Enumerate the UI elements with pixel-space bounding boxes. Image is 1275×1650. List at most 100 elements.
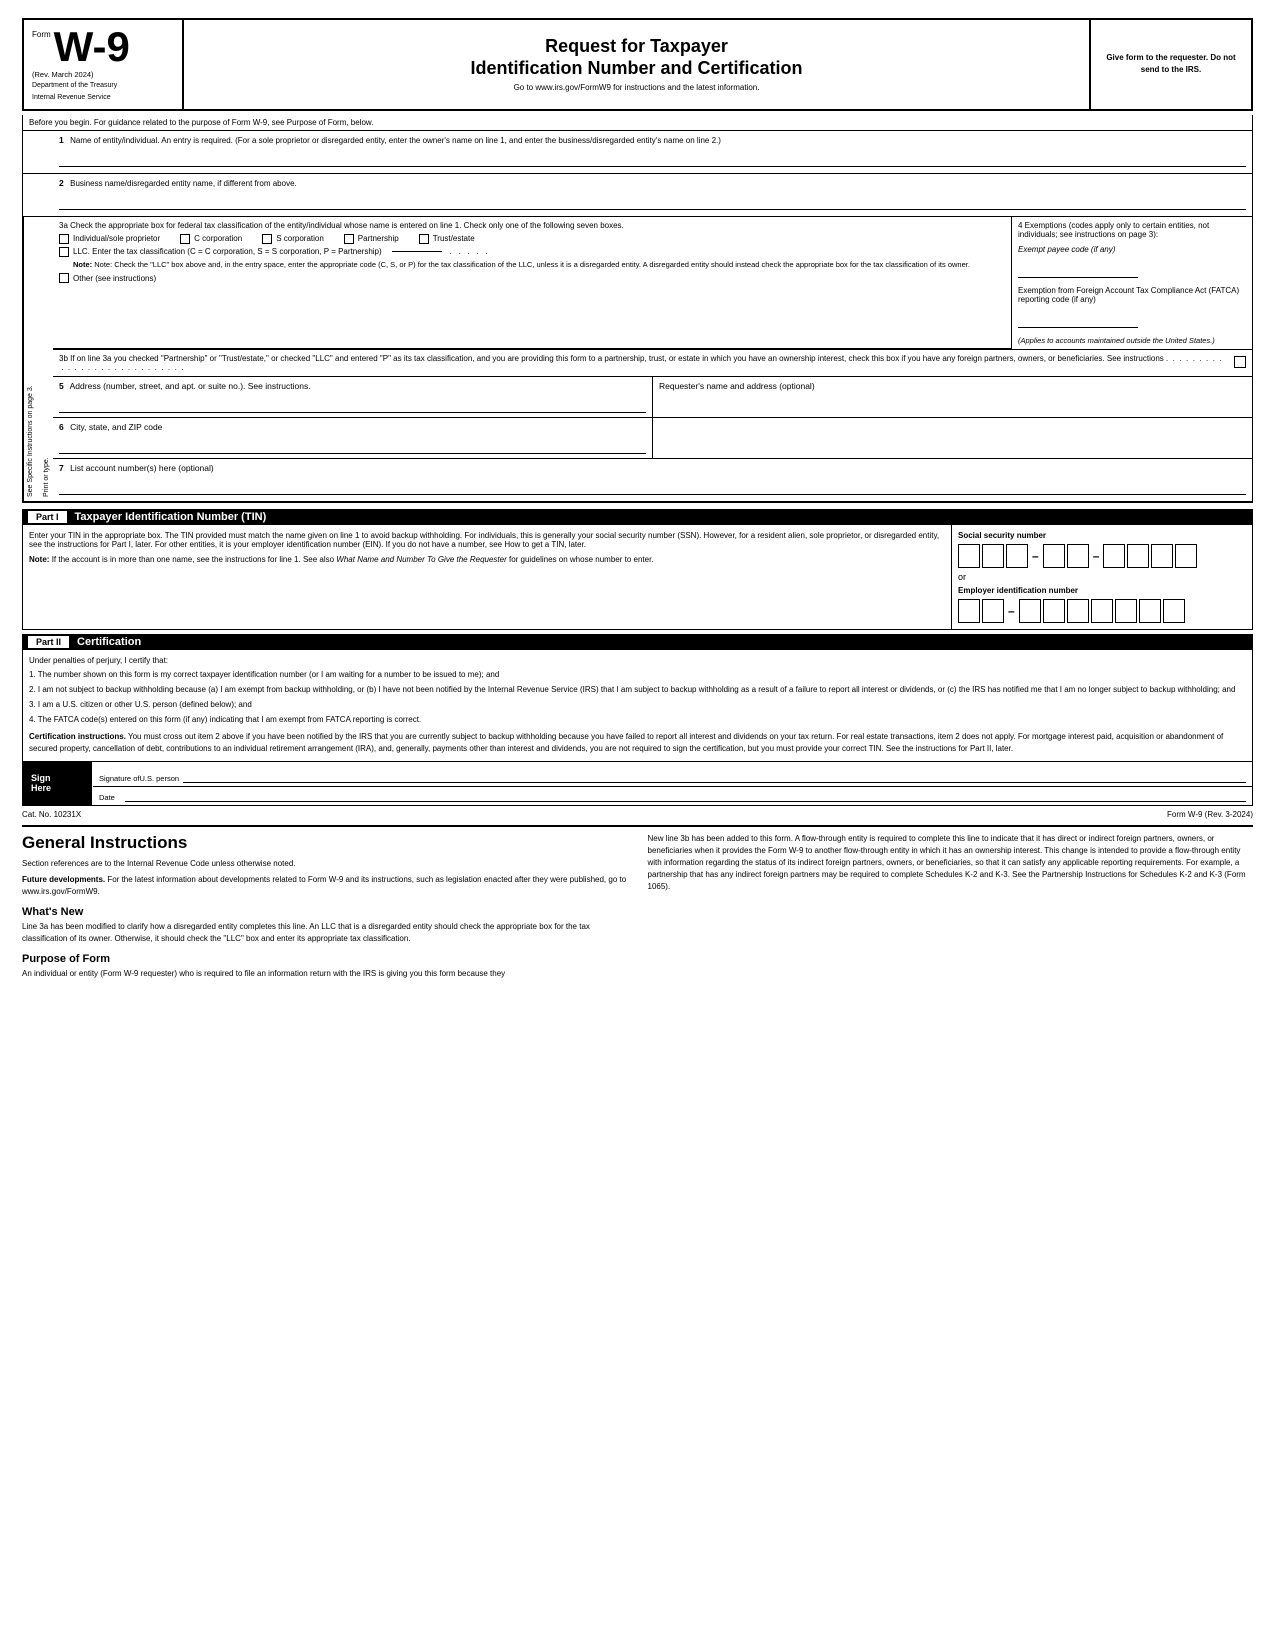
checkbox-c-corp[interactable] (180, 234, 190, 244)
note-bold: Note: (73, 260, 92, 269)
new-line-3b-text: New line 3b has been added to this form.… (648, 833, 1254, 893)
checkbox-s-corp[interactable] (262, 234, 272, 244)
ssn-cell-1[interactable] (958, 544, 980, 568)
form-goto: Go to www.irs.gov/FormW9 for instruction… (194, 83, 1079, 92)
field-2-row: 2 Business name/disregarded entity name,… (23, 174, 1252, 217)
field-7-num: 7 (59, 463, 64, 473)
side-label-section: See Specific Instructions on page 3. Pri… (23, 217, 1252, 502)
field-7-left: 7 List account number(s) here (optional) (53, 459, 1252, 501)
ein-cell-6[interactable] (1091, 599, 1113, 623)
form-title-main: Request for Taxpayer (194, 36, 1079, 58)
part1-content: Enter your TIN in the appropriate box. T… (22, 525, 1253, 630)
sign-date-row: Date (93, 787, 1252, 805)
row-3a-left: 3a Check the appropriate box for federal… (53, 217, 1012, 349)
section-refs-text: Section references are to the Internal R… (22, 858, 628, 870)
field-2-label: Business name/disregarded entity name, i… (70, 179, 297, 188)
ssn-cell-5[interactable] (1067, 544, 1089, 568)
ein-cell-8[interactable] (1139, 599, 1161, 623)
rev-date: (Rev. March 2024) (32, 70, 174, 79)
ssn-cell-8[interactable] (1151, 544, 1173, 568)
sign-here-label: Sign Here (23, 762, 93, 805)
form-title-sub: Identification Number and Certification (194, 58, 1079, 80)
side-content: 3a Check the appropriate box for federal… (53, 217, 1252, 501)
header-right: Give form to the requester. Do not send … (1091, 20, 1251, 109)
fatca-heading: Exemption from Foreign Account Tax Compl… (1018, 286, 1246, 304)
ein-cell-2[interactable] (982, 599, 1004, 623)
part2-content: Under penalties of perjury, I certify th… (22, 650, 1253, 762)
cert-item-3: 3. I am a U.S. citizen or other U.S. per… (29, 699, 1246, 711)
whats-new-text: Line 3a has been modified to clarify how… (22, 921, 628, 945)
main-form: 1 Name of entity/individual. An entry is… (22, 131, 1253, 503)
exempt-payee-input[interactable] (1018, 258, 1138, 278)
before-begin-banner: Before you begin. For guidance related t… (22, 115, 1253, 131)
part1-note: Note: If the account is in more than one… (29, 555, 945, 564)
field-5-right: Requester's name and address (optional) (653, 377, 1252, 417)
checkbox-row-1: Individual/sole proprietor C corporation… (59, 234, 1005, 244)
field-5-label: Address (number, street, and apt. or sui… (70, 381, 311, 391)
under-penalties: Under penalties of perjury, I certify th… (29, 656, 1246, 665)
part1-note-text: If the account is in more than one name,… (52, 555, 654, 564)
ssn-cell-7[interactable] (1127, 544, 1149, 568)
col-right: New line 3b has been added to this form.… (648, 833, 1254, 984)
ssn-cell-9[interactable] (1175, 544, 1197, 568)
label-s-corp: S corporation (276, 234, 324, 243)
ein-cell-3[interactable] (1019, 599, 1041, 623)
checkbox-individual[interactable] (59, 234, 69, 244)
ssn-label: Social security number (958, 531, 1246, 540)
part1-section: Part I Taxpayer Identification Number (T… (22, 509, 1253, 630)
date-line[interactable] (125, 801, 1246, 802)
future-dev-para: Future developments. For the latest info… (22, 874, 628, 898)
note-text: Note: Check the "LLC" box above and, in … (94, 260, 970, 269)
field-6-left: 6 City, state, and ZIP code (53, 418, 653, 458)
ssn-dash-1: – (1030, 549, 1041, 563)
form-word: Form (32, 30, 51, 39)
field-5-input[interactable] (59, 393, 646, 413)
checkbox-row-llc: LLC. Enter the tax classification (C = C… (59, 247, 1005, 257)
ssn-cell-4[interactable] (1043, 544, 1065, 568)
checkbox-trust[interactable] (419, 234, 429, 244)
ein-cell-4[interactable] (1043, 599, 1065, 623)
cat-no: Cat. No. 10231X (22, 810, 81, 819)
checkbox-3b[interactable] (1234, 356, 1246, 368)
ein-cell-9[interactable] (1163, 599, 1185, 623)
fatca-input[interactable] (1018, 308, 1138, 328)
label-partnership: Partnership (358, 234, 399, 243)
ein-cell-1[interactable] (958, 599, 980, 623)
ssn-cell-2[interactable] (982, 544, 1004, 568)
part1-right: Social security number – – or Employer i… (952, 525, 1252, 629)
ssn-dash-2: – (1091, 549, 1102, 563)
label-individual: Individual/sole proprietor (73, 234, 160, 243)
ein-cell-5[interactable] (1067, 599, 1089, 623)
ssn-cell-3[interactable] (1006, 544, 1028, 568)
signature-line[interactable] (183, 765, 1246, 783)
sign-top: Signature of U.S. person (93, 762, 1252, 787)
field-1-num: 1 (59, 135, 64, 145)
field-2-left: 2 Business name/disregarded entity name,… (23, 174, 1252, 216)
sig-of-label: Signature of (99, 774, 139, 783)
field-6-input[interactable] (59, 434, 646, 454)
field-7-row: 7 List account number(s) here (optional) (53, 459, 1252, 501)
part1-header: Part I Taxpayer Identification Number (T… (22, 509, 1253, 525)
field-1-input[interactable] (59, 147, 1246, 167)
checkbox-partnership[interactable] (344, 234, 354, 244)
part1-text: Enter your TIN in the appropriate box. T… (29, 531, 945, 549)
general-instructions: General Instructions Section references … (22, 825, 1253, 984)
ein-grid: – (958, 599, 1246, 623)
ssn-cell-6[interactable] (1103, 544, 1125, 568)
row-3b: 3b If on line 3a you checked "Partnershi… (53, 350, 1252, 377)
checkbox-other[interactable] (59, 273, 69, 283)
field-2-input[interactable] (59, 190, 1246, 210)
field-3b-text: 3b If on line 3a you checked "Partnershi… (59, 354, 1164, 363)
checkbox-llc[interactable] (59, 247, 69, 257)
col-left: General Instructions Section references … (22, 833, 628, 984)
header-left: Form W-9 (Rev. March 2024) Department of… (24, 20, 184, 109)
purpose-text: An individual or entity (Form W-9 reques… (22, 968, 628, 980)
ein-cell-7[interactable] (1115, 599, 1137, 623)
cert-item-4: 4. The FATCA code(s) entered on this for… (29, 714, 1246, 726)
sign-section: Sign Here Signature of U.S. person Date (22, 762, 1253, 806)
field-7-input[interactable] (59, 475, 1246, 495)
field-6-num: 6 (59, 422, 64, 432)
label-llc: LLC. Enter the tax classification (C = C… (73, 247, 382, 256)
sign-area: Signature of U.S. person Date (93, 762, 1252, 805)
label-c-corp: C corporation (194, 234, 242, 243)
